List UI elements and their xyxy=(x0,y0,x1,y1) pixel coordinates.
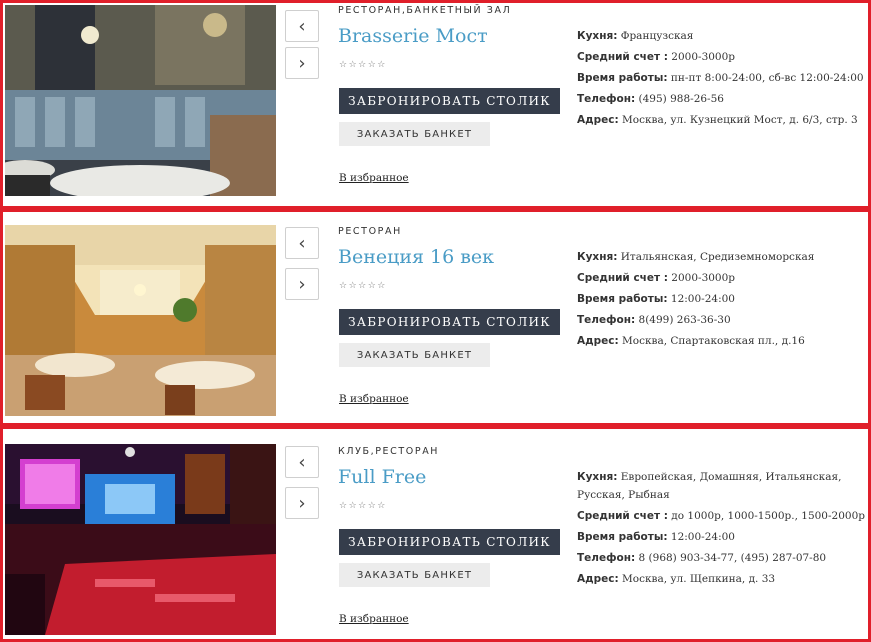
chevron-right-icon: › xyxy=(298,273,306,295)
phone-row: Телефон: 8(499) 263-36-30 xyxy=(577,314,731,326)
chevron-left-icon: ‹ xyxy=(298,451,306,473)
phone-row: Телефон: (495) 988-26-56 xyxy=(577,93,724,105)
next-photo-button[interactable]: › xyxy=(285,47,319,79)
address-row: Адрес: Москва, ул. Кузнецкий Мост, д. 6/… xyxy=(577,114,858,126)
book-table-button[interactable]: ЗАБРОНИРОВАТЬ СТОЛИК xyxy=(339,309,560,335)
address-row: Адрес: Москва, ул. Щепкина, д. 33 xyxy=(577,573,776,585)
add-to-favorites-link[interactable]: В избранное xyxy=(339,172,409,184)
restaurant-info: Кухня: Итальянская, Средиземноморская Ср… xyxy=(577,247,867,352)
restaurant-name-link[interactable]: Brasserie Мост xyxy=(338,25,488,47)
average-check-row: Средний счет : до 1000р, 1000-1500р., 15… xyxy=(577,510,865,522)
restaurant-name-link[interactable]: Венеция 16 век xyxy=(338,246,494,268)
order-banquet-button[interactable]: ЗАКАЗАТЬ БАНКЕТ xyxy=(339,343,490,367)
next-photo-button[interactable]: › xyxy=(285,487,319,519)
cuisine-row: Кухня: Итальянская, Средиземноморская xyxy=(577,251,815,263)
average-check-row: Средний счет : 2000-3000р xyxy=(577,272,736,284)
phone-row: Телефон: 8 (968) 903-34-77, (495) 287-07… xyxy=(577,552,827,564)
restaurant-photo[interactable] xyxy=(5,444,276,635)
restaurant-name-link[interactable]: Full Free xyxy=(338,466,426,488)
book-table-button[interactable]: ЗАБРОНИРОВАТЬ СТОЛИК xyxy=(339,529,560,555)
restaurant-info: Кухня: Французская Средний счет : 2000-3… xyxy=(577,26,867,131)
order-banquet-button[interactable]: ЗАКАЗАТЬ БАНКЕТ xyxy=(339,122,490,146)
cuisine-row: Кухня: Французская xyxy=(577,30,694,42)
restaurant-photo[interactable] xyxy=(5,225,276,416)
average-check-row: Средний счет : 2000-3000р xyxy=(577,51,736,63)
listing-type: РЕСТОРАН xyxy=(338,226,402,237)
rating-stars[interactable]: ☆☆☆☆☆ xyxy=(339,281,387,291)
listing-card-venezia: ‹ › РЕСТОРАН Венеция 16 век ☆☆☆☆☆ ЗАБРОН… xyxy=(0,209,871,426)
add-to-favorites-link[interactable]: В избранное xyxy=(339,613,409,625)
rating-stars[interactable]: ☆☆☆☆☆ xyxy=(339,501,387,511)
listing-type: КЛУБ,РЕСТОРАН xyxy=(338,446,440,457)
listing-type: РЕСТОРАН,БАНКЕТНЫЙ ЗАЛ xyxy=(338,5,512,16)
order-banquet-button[interactable]: ЗАКАЗАТЬ БАНКЕТ xyxy=(339,563,490,587)
chevron-left-icon: ‹ xyxy=(298,15,306,37)
chevron-right-icon: › xyxy=(298,492,306,514)
prev-photo-button[interactable]: ‹ xyxy=(285,10,319,42)
restaurant-photo[interactable] xyxy=(5,5,276,196)
listing-card-full-free: ‹ › КЛУБ,РЕСТОРАН Full Free ☆☆☆☆☆ ЗАБРОН… xyxy=(0,426,871,642)
next-photo-button[interactable]: › xyxy=(285,268,319,300)
chevron-left-icon: ‹ xyxy=(298,232,306,254)
rating-stars[interactable]: ☆☆☆☆☆ xyxy=(339,60,387,70)
hours-row: Время работы: 12:00-24:00 xyxy=(577,531,735,543)
hours-row: Время работы: 12:00-24:00 xyxy=(577,293,735,305)
prev-photo-button[interactable]: ‹ xyxy=(285,446,319,478)
address-row: Адрес: Москва, Спартаковская пл., д.16 xyxy=(577,335,805,347)
hours-row: Время работы: пн-пт 8:00-24:00, сб-вс 12… xyxy=(577,72,864,84)
listing-card-brasserie-most: ‹ › РЕСТОРАН,БАНКЕТНЫЙ ЗАЛ Brasserie Мос… xyxy=(0,0,871,209)
cuisine-row: Кухня: Европейская, Домашняя, Итальянска… xyxy=(577,471,842,501)
add-to-favorites-link[interactable]: В избранное xyxy=(339,393,409,405)
book-table-button[interactable]: ЗАБРОНИРОВАТЬ СТОЛИК xyxy=(339,88,560,114)
prev-photo-button[interactable]: ‹ xyxy=(285,227,319,259)
restaurant-info: Кухня: Европейская, Домашняя, Итальянска… xyxy=(577,467,867,590)
chevron-right-icon: › xyxy=(298,52,306,74)
